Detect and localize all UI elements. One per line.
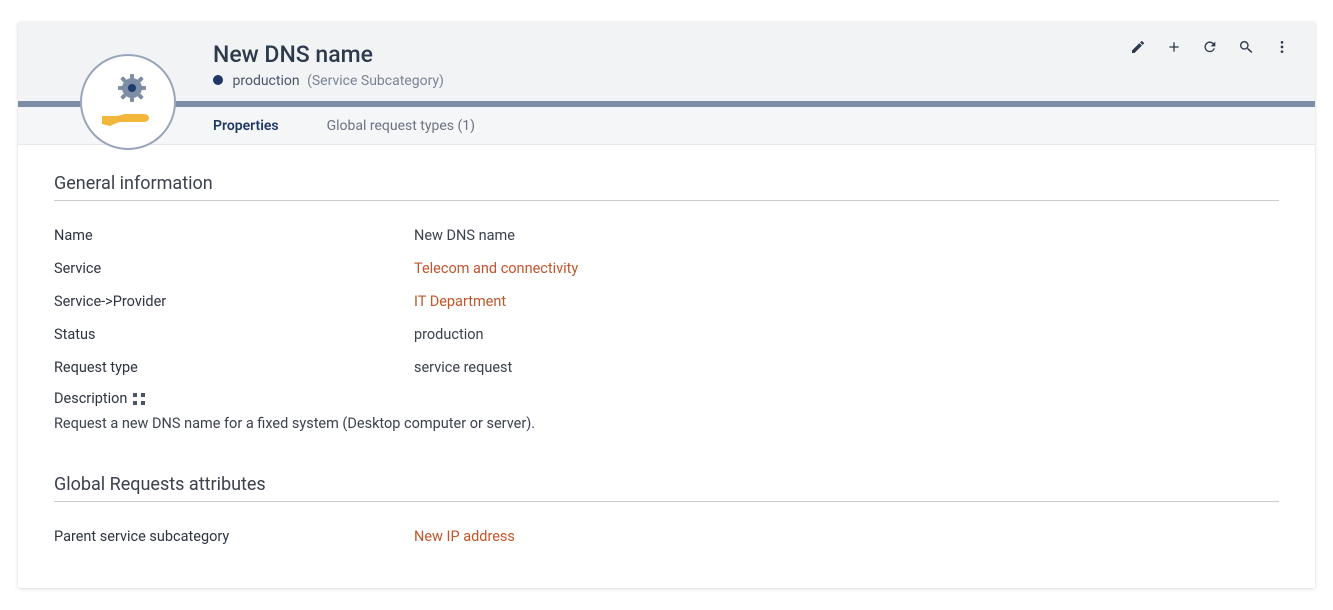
- section-general-title: General information: [54, 173, 1279, 201]
- pencil-icon: [1130, 39, 1146, 59]
- field-value: New DNS name: [414, 227, 515, 244]
- status-text: production: [232, 73, 299, 89]
- field-value-link[interactable]: IT Department: [414, 293, 506, 310]
- field-row-provider: Service->Provider IT Department: [54, 285, 1279, 318]
- card-header: New DNS name production (Service Subcate…: [18, 22, 1315, 101]
- expand-icon[interactable]: [133, 393, 145, 405]
- field-row-request-type: Request type service request: [54, 351, 1279, 384]
- toolbar: [1129, 40, 1291, 58]
- card-body: General information Name New DNS name Se…: [18, 145, 1315, 588]
- field-label: Service->Provider: [54, 293, 414, 310]
- field-label: Name: [54, 227, 414, 244]
- description-text: Request a new DNS name for a fixed syste…: [54, 415, 1279, 432]
- more-button[interactable]: [1273, 40, 1291, 58]
- tab-global-request-types[interactable]: Global request types (1): [327, 118, 475, 134]
- field-row-parent-subcat: Parent service subcategory New IP addres…: [54, 520, 1279, 553]
- more-vertical-icon: [1274, 39, 1290, 59]
- record-card: New DNS name production (Service Subcate…: [18, 22, 1315, 588]
- field-value-link[interactable]: New IP address: [414, 528, 515, 545]
- field-row-name: Name New DNS name: [54, 219, 1279, 252]
- search-button[interactable]: [1237, 40, 1255, 58]
- field-value: production: [414, 326, 484, 343]
- record-avatar: [80, 54, 176, 150]
- add-button[interactable]: [1165, 40, 1183, 58]
- global-fields: Parent service subcategory New IP addres…: [54, 520, 1279, 553]
- tab-properties[interactable]: Properties: [213, 118, 279, 134]
- field-label: Status: [54, 326, 414, 343]
- search-icon: [1238, 39, 1254, 59]
- subtype-text: (Service Subcategory): [307, 73, 444, 89]
- field-row-status: Status production: [54, 318, 1279, 351]
- description-block: Description Request a new DNS name for a…: [54, 390, 1279, 432]
- edit-button[interactable]: [1129, 40, 1147, 58]
- service-subcategory-icon: [96, 72, 160, 132]
- tabs-bar: Properties Global request types (1): [18, 107, 1315, 145]
- subtitle-row: production (Service Subcategory): [213, 73, 1315, 89]
- general-fields: Name New DNS name Service Telecom and co…: [54, 219, 1279, 432]
- field-row-service: Service Telecom and connectivity: [54, 252, 1279, 285]
- plus-icon: [1166, 39, 1182, 59]
- field-value-link[interactable]: Telecom and connectivity: [414, 260, 578, 277]
- description-label: Description: [54, 390, 127, 407]
- field-label: Service: [54, 260, 414, 277]
- field-label: Request type: [54, 359, 414, 376]
- refresh-button[interactable]: [1201, 40, 1219, 58]
- section-global-title: Global Requests attributes: [54, 474, 1279, 502]
- refresh-icon: [1202, 39, 1218, 59]
- status-dot-icon: [213, 75, 223, 85]
- field-value: service request: [414, 359, 512, 376]
- field-label: Parent service subcategory: [54, 528, 414, 545]
